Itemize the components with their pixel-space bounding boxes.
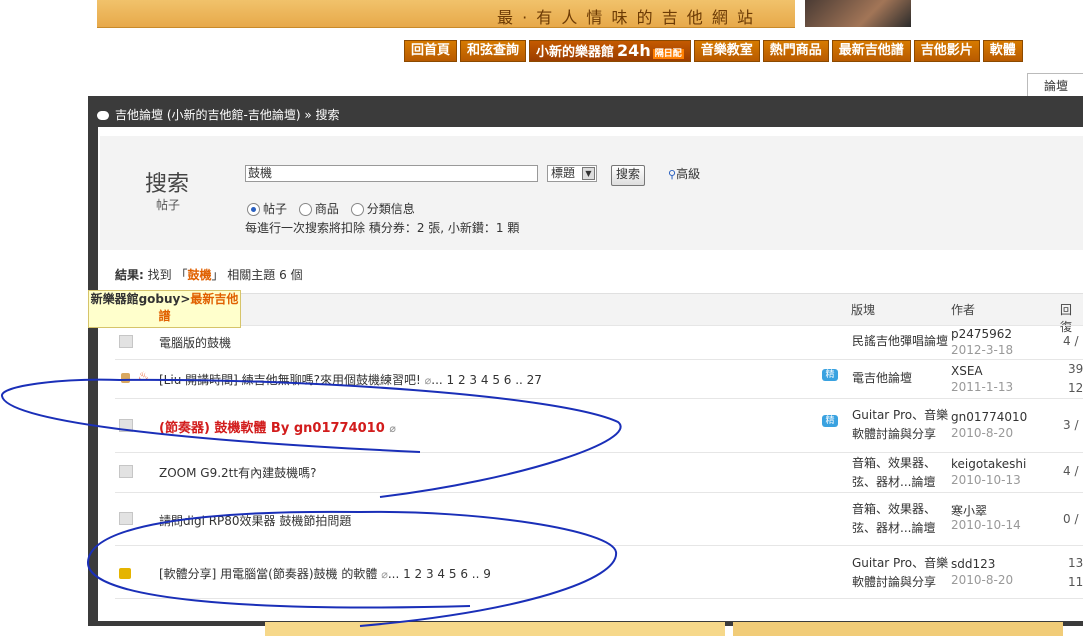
- annotation-stroke: [1, 378, 421, 453]
- annotation-stroke: [119, 378, 622, 498]
- freehand-annotation: [1, 378, 622, 627]
- annotation-stroke: [86, 510, 471, 609]
- annotation-stroke: [359, 510, 618, 627]
